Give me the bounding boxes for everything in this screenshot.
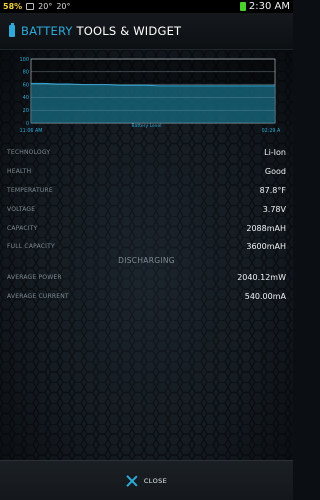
voltage-label: VOLTAGE [7, 205, 36, 213]
charging-status: DISCHARGING [118, 256, 175, 265]
health-label: HEALTH [7, 167, 32, 175]
close-icon [126, 475, 138, 487]
battery-icon [9, 23, 15, 37]
status-bar: 58% 20° 20° 2:30 AM [0, 0, 293, 13]
full-capacity-value: 3600mAH [246, 241, 286, 251]
row-health: HEALTH Good [7, 165, 286, 177]
average-current-value: 540.00mA [244, 291, 286, 301]
temperature-label: TEMPERATURE [7, 186, 53, 194]
page-title-rest: TOOLS & WIDGET [72, 24, 182, 38]
row-voltage: VOLTAGE 3.78V [7, 203, 286, 215]
average-current-label: AVERAGE CURRENT [7, 292, 69, 300]
full-capacity-label: FULL CAPACITY [7, 242, 55, 250]
voltage-value: 3.78V [262, 204, 286, 214]
status-temp-2: 20° [56, 2, 71, 11]
bottom-bar: CLOSE [0, 460, 293, 500]
chart-y-tick-label: 20 [23, 108, 29, 114]
status-temp-1: 20° [38, 2, 53, 11]
average-power-value: 2040.12mW [237, 272, 286, 282]
close-button[interactable]: CLOSE [126, 475, 167, 487]
temperature-value: 87.8°F [259, 185, 286, 195]
capacity-label: CAPACITY [7, 224, 38, 232]
close-label: CLOSE [143, 476, 168, 485]
row-full-capacity: FULL CAPACITY 3600mAH [7, 240, 286, 252]
battery-status-icon [239, 2, 246, 11]
image-icon [26, 3, 35, 10]
chart-series-area [31, 83, 275, 123]
chart-y-tick-label: 80 [23, 70, 29, 76]
average-power-label: AVERAGE POWER [7, 273, 62, 281]
capacity-value: 2088mAH [246, 223, 286, 233]
row-temperature: TEMPERATURE 87.8°F [7, 184, 286, 196]
chart-x-axis-label: Battery Level [131, 124, 162, 129]
status-battery-percent: 58% [3, 2, 23, 11]
technology-label: TECHNOLOGY [7, 148, 51, 156]
page-title-accent: BATTERY [21, 24, 73, 38]
row-technology: TECHNOLOGY Li-Ion [7, 146, 286, 158]
page-title: BATTERY TOOLS & WIDGET [21, 24, 181, 38]
technology-value: Li-Ion [264, 147, 286, 157]
health-value: Good [264, 166, 286, 176]
chart-y-tick-label: 100 [19, 57, 29, 63]
chart-y-tick-label: 40 [23, 95, 29, 101]
chart-y-tick-label: 60 [23, 82, 29, 88]
title-bar: BATTERY TOOLS & WIDGET [0, 13, 293, 50]
row-average-current: AVERAGE CURRENT 540.00mA [7, 290, 286, 302]
battery-level-chart: 10080604020011:06 AM02:29 AM [14, 55, 280, 135]
row-capacity: CAPACITY 2088mAH [7, 222, 286, 234]
status-time: 2:30 AM [248, 1, 290, 12]
row-average-power: AVERAGE POWER 2040.12mW [7, 271, 286, 283]
battery-level-chart-svg: 10080604020011:06 AM02:29 AM [19, 57, 280, 134]
